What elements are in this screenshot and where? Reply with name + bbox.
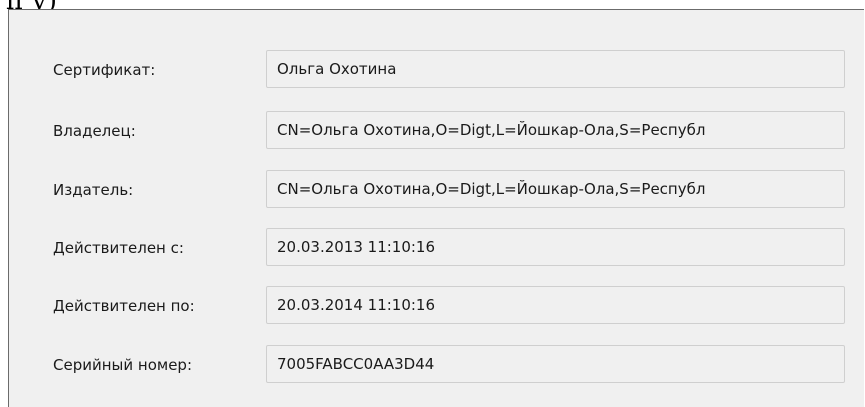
owner-field[interactable] [266, 111, 845, 149]
valid-to-field[interactable] [266, 286, 845, 324]
owner-row: Владелец: [9, 111, 864, 151]
serial-number-label: Серийный номер: [53, 356, 192, 374]
valid-to-row: Действителен по: [9, 286, 864, 326]
certificate-field[interactable] [266, 50, 845, 88]
valid-to-label: Действителен по: [53, 297, 195, 315]
serial-number-row: Серийный номер: [9, 345, 864, 385]
valid-from-row: Действителен с: [9, 228, 864, 268]
valid-from-field[interactable] [266, 228, 845, 266]
certificate-row: Сертификат: [9, 50, 864, 90]
certificate-details-panel: Сертификат: Владелец: Издатель: Действит… [8, 9, 864, 407]
issuer-row: Издатель: [9, 170, 864, 210]
serial-number-field[interactable] [266, 345, 845, 383]
issuer-label: Издатель: [53, 181, 134, 199]
valid-from-label: Действителен с: [53, 239, 184, 257]
certificate-label: Сертификат: [53, 61, 156, 79]
issuer-field[interactable] [266, 170, 845, 208]
owner-label: Владелец: [53, 122, 136, 140]
